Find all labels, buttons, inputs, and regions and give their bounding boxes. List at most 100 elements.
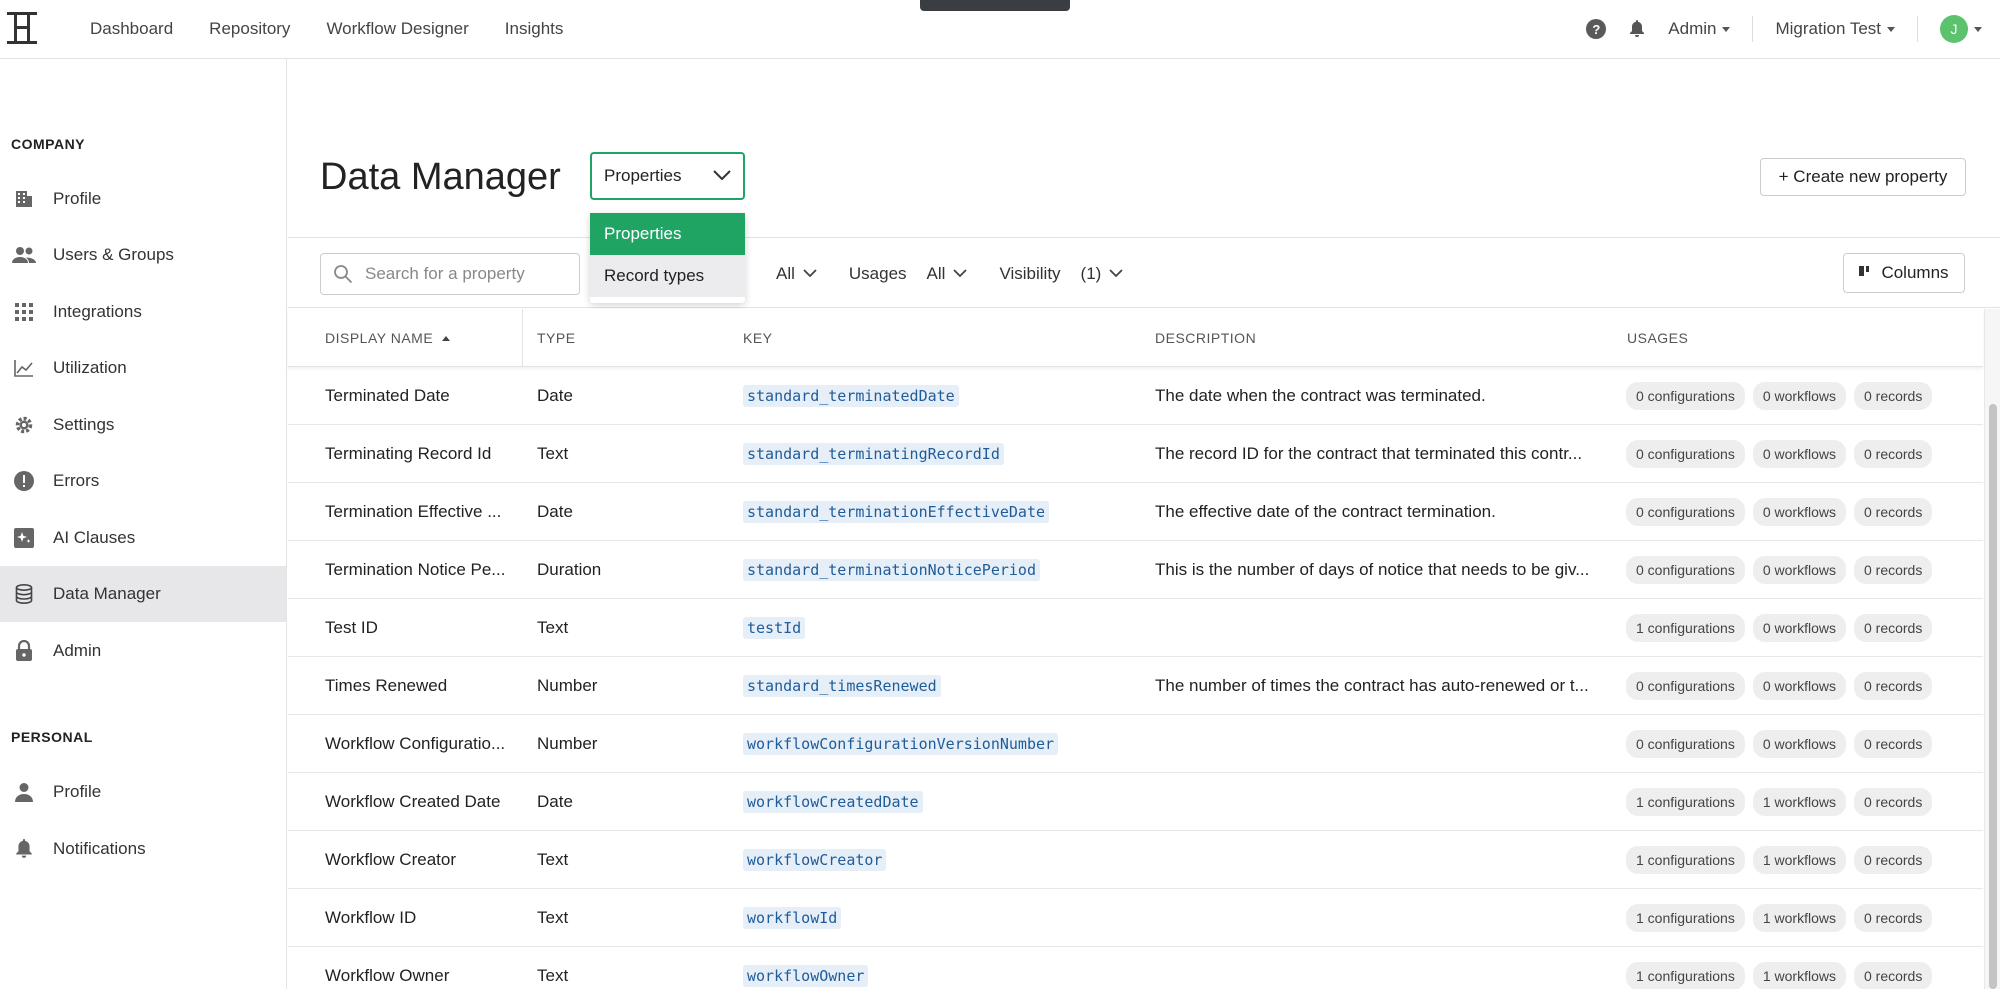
workflows-badge[interactable]: 0 workflows [1752, 671, 1846, 700]
table-row[interactable]: Workflow ID Text workflowId 1 configuration… [288, 889, 1983, 947]
sidebar-item-integrations[interactable]: Integrations [0, 284, 286, 340]
sidebar-item-utilization[interactable]: Utilization [0, 340, 286, 396]
view-select[interactable]: Properties [590, 152, 745, 200]
workflows-badge[interactable]: 0 workflows [1752, 613, 1846, 642]
column-header-usages[interactable]: USAGES [1627, 309, 1688, 367]
records-badge[interactable]: 0 records [1853, 845, 1933, 874]
workflows-badge[interactable]: 1 workflows [1752, 961, 1846, 989]
cell-display-name: Termination Effective ... [325, 501, 502, 521]
configurations-badge[interactable]: 1 configurations [1626, 903, 1745, 932]
table-row[interactable]: Termination Notice Pe... Duration standard… [288, 541, 1983, 599]
table-row[interactable]: Workflow Owner Text workflowOwner 1 configu… [288, 947, 1983, 989]
cell-usages: 0 configurations 0 workflows 0 records [1626, 425, 1976, 482]
user-menu[interactable]: J [1940, 15, 1982, 43]
records-badge[interactable]: 0 records [1853, 381, 1933, 410]
scrollbar-thumb[interactable] [1989, 404, 1997, 989]
sidebar-item-notifications[interactable]: Notifications [0, 821, 286, 877]
nav-dashboard[interactable]: Dashboard [90, 19, 173, 39]
records-badge[interactable]: 0 records [1853, 961, 1933, 989]
workspace-menu[interactable]: Migration Test [1775, 19, 1895, 39]
records-badge[interactable]: 0 records [1853, 439, 1933, 468]
nav-repository[interactable]: Repository [209, 19, 290, 39]
cell-key: standard_terminationNoticePeriod [743, 541, 1143, 598]
cell-key: standard_terminatedDate [743, 367, 1143, 424]
columns-button[interactable]: Columns [1843, 253, 1965, 293]
records-badge[interactable]: 0 records [1853, 903, 1933, 932]
help-icon[interactable]: ? [1586, 19, 1607, 39]
type-filter[interactable]: All [776, 264, 817, 284]
chevron-down-icon [713, 170, 731, 181]
configurations-badge[interactable]: 0 configurations [1626, 671, 1745, 700]
configurations-badge[interactable]: 0 configurations [1626, 729, 1745, 758]
configurations-badge[interactable]: 0 configurations [1626, 381, 1745, 410]
avatar: J [1940, 15, 1968, 43]
app-logo-icon[interactable] [6, 10, 38, 46]
table-row[interactable]: Workflow Configuratio... Number workflowCo… [288, 715, 1983, 773]
table-row[interactable]: Test ID Text testId 1 configurations 0 workf… [288, 599, 1983, 657]
cell-type: Text [537, 849, 569, 869]
cell-type: Duration [537, 559, 602, 579]
column-header-type[interactable]: TYPE [537, 309, 576, 367]
configurations-badge[interactable]: 1 configurations [1626, 961, 1745, 989]
sidebar-item-admin[interactable]: Admin [0, 623, 286, 679]
sidebar-item-settings[interactable]: Settings [0, 397, 286, 453]
chevron-down-icon [803, 269, 817, 278]
table-row[interactable]: Workflow Created Date Date workflowCreated… [288, 773, 1983, 831]
table-row[interactable]: Terminated Date Date standard_terminatedDa… [288, 367, 1983, 425]
workflows-badge[interactable]: 0 workflows [1752, 381, 1846, 410]
cell-usages: 0 configurations 0 workflows 0 records [1626, 367, 1976, 424]
scrollbar[interactable] [1984, 309, 2000, 989]
sidebar-item-label: Profile [53, 189, 102, 208]
workflows-badge[interactable]: 0 workflows [1752, 439, 1846, 468]
records-badge[interactable]: 0 records [1853, 613, 1933, 642]
column-header-description[interactable]: DESCRIPTION [1155, 309, 1256, 367]
workflows-badge[interactable]: 1 workflows [1752, 787, 1846, 816]
nav-insights[interactable]: Insights [505, 19, 564, 39]
nav-workflow-designer[interactable]: Workflow Designer [326, 19, 468, 39]
records-badge[interactable]: 0 records [1853, 555, 1933, 584]
search-input[interactable]: Search for a property [320, 253, 580, 295]
configurations-badge[interactable]: 0 configurations [1626, 497, 1745, 526]
configurations-badge[interactable]: 0 configurations [1626, 555, 1745, 584]
sidebar-item-label: AI Clauses [53, 528, 136, 547]
configurations-badge[interactable]: 1 configurations [1626, 613, 1745, 642]
sidebar-item-data-manager[interactable]: Data Manager [0, 566, 286, 622]
top-center-tab[interactable] [920, 0, 1070, 11]
workflows-badge[interactable]: 0 workflows [1752, 555, 1846, 584]
table-row[interactable]: Times Renewed Number standard_timesRenewed… [288, 657, 1983, 715]
grid-icon [12, 300, 36, 324]
workflows-badge[interactable]: 1 workflows [1752, 845, 1846, 874]
table-row[interactable]: Termination Effective ... Date standard_te… [288, 483, 1983, 541]
column-header-display-name[interactable]: DISPLAY NAME [325, 309, 451, 367]
sidebar-item-company-profile[interactable]: Profile [0, 171, 286, 227]
records-badge[interactable]: 0 records [1853, 497, 1933, 526]
cell-usages: 1 configurations 1 workflows 0 records [1626, 889, 1976, 946]
admin-menu[interactable]: Admin [1668, 19, 1731, 39]
visibility-filter[interactable]: (1) [1081, 264, 1124, 284]
records-badge[interactable]: 0 records [1853, 671, 1933, 700]
dropdown-option-record-types[interactable]: Record types [590, 255, 745, 297]
table-row[interactable]: Workflow Creator Text workflowCreator 1 con… [288, 831, 1983, 889]
workflows-badge[interactable]: 0 workflows [1752, 497, 1846, 526]
configurations-badge[interactable]: 1 configurations [1626, 845, 1745, 874]
dropdown-option-properties[interactable]: Properties [590, 213, 745, 255]
usages-filter[interactable]: All [927, 264, 968, 284]
workflows-badge[interactable]: 1 workflows [1752, 903, 1846, 932]
records-badge[interactable]: 0 records [1853, 729, 1933, 758]
configurations-badge[interactable]: 1 configurations [1626, 787, 1745, 816]
sidebar-item-users-groups[interactable]: Users & Groups [0, 227, 286, 283]
create-new-property-button[interactable]: + Create new property [1760, 158, 1966, 196]
sidebar-item-ai-clauses[interactable]: AI Clauses [0, 510, 286, 566]
cell-description: The record ID for the contract that term… [1155, 443, 1583, 463]
sidebar-item-label: Notifications [53, 839, 146, 858]
configurations-badge[interactable]: 0 configurations [1626, 439, 1745, 468]
sidebar-item-errors[interactable]: Errors [0, 453, 286, 509]
top-right-controls: ? Admin Migration Test J [1586, 0, 1982, 58]
bell-icon[interactable] [1628, 19, 1646, 39]
workflows-badge[interactable]: 0 workflows [1752, 729, 1846, 758]
records-badge[interactable]: 0 records [1853, 787, 1933, 816]
column-header-key[interactable]: KEY [743, 309, 773, 367]
sidebar-item-personal-profile[interactable]: Profile [0, 764, 286, 820]
cell-display-name: Terminating Record Id [325, 443, 492, 463]
table-row[interactable]: Terminating Record Id Text standard_termin… [288, 425, 1983, 483]
